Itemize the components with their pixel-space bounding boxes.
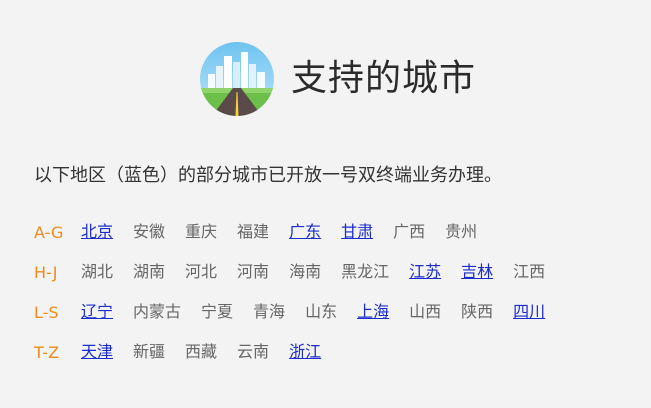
city-link[interactable]: 北京: [81, 222, 113, 242]
city-label: 内蒙古: [133, 302, 182, 321]
group-range-label: A-G: [34, 222, 64, 242]
city-road-icon: [200, 42, 274, 116]
city-link[interactable]: 甘肃: [341, 222, 373, 242]
city-link[interactable]: 吉林: [461, 262, 493, 282]
group-range-label: L-S: [34, 302, 59, 322]
city-label: 青海: [253, 302, 286, 321]
city-label: 宁夏: [201, 302, 234, 321]
city-link[interactable]: 辽宁: [81, 302, 113, 322]
city-label: 河北: [185, 262, 218, 281]
group-range-label: H-J: [34, 262, 58, 282]
city-link[interactable]: 上海: [357, 302, 389, 322]
city-label: 山东: [305, 302, 338, 321]
city-group-row: A-G 北京 安徽 重庆 福建 广东 甘肃 广西 贵州: [34, 212, 565, 252]
city-label: 黑龙江: [341, 262, 390, 281]
city-label: 湖南: [133, 262, 166, 281]
page-header: 支持的城市: [200, 42, 476, 116]
city-groups: A-G 北京 安徽 重庆 福建 广东 甘肃 广西 贵州 H-J 湖北 湖南 河北 河南 海南 黑龙江 江苏 吉林 江…: [34, 212, 565, 372]
city-label: 新疆: [133, 342, 166, 361]
city-group-row: H-J 湖北 湖南 河北 河南 海南 黑龙江 江苏 吉林 江西: [34, 252, 565, 292]
city-label: 河南: [237, 262, 270, 281]
city-label: 西藏: [185, 342, 218, 361]
city-link[interactable]: 广东: [289, 222, 321, 242]
intro-text: 以下地区（蓝色）的部分城市已开放一号双终端业务办理。: [34, 165, 502, 186]
city-link[interactable]: 四川: [513, 302, 545, 322]
city-label: 陕西: [461, 302, 494, 321]
city-label: 海南: [289, 262, 322, 281]
city-label: 福建: [237, 222, 270, 241]
city-label: 安徽: [133, 222, 166, 241]
city-group-row: T-Z 天津 新疆 西藏 云南 浙江: [34, 332, 565, 372]
city-label: 云南: [237, 342, 270, 361]
city-label: 江西: [513, 262, 546, 281]
city-label: 山西: [409, 302, 442, 321]
city-label: 湖北: [81, 262, 114, 281]
city-group-row: L-S 辽宁 内蒙古 宁夏 青海 山东 上海 山西 陕西 四川: [34, 292, 565, 332]
city-link[interactable]: 江苏: [409, 262, 441, 282]
city-label: 贵州: [445, 222, 478, 241]
page-title: 支持的城市: [291, 58, 477, 99]
group-range-label: T-Z: [34, 342, 60, 362]
city-link[interactable]: 天津: [81, 342, 113, 362]
city-label: 广西: [393, 222, 426, 241]
city-label: 重庆: [185, 222, 218, 241]
city-link[interactable]: 浙江: [289, 342, 321, 362]
